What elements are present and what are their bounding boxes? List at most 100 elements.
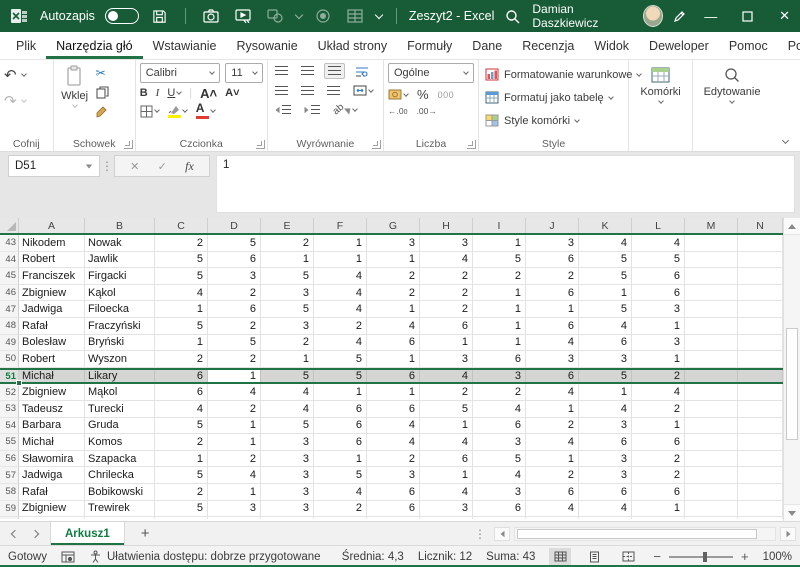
cell-C55[interactable]: 2 [155,434,208,451]
cell-K47[interactable]: 5 [579,301,632,318]
cell-G60[interactable] [367,517,420,519]
bold-button[interactable]: B [140,87,148,99]
hscroll-drag-handle[interactable]: ⋮ [474,527,486,541]
cell-I60[interactable] [473,517,526,519]
cell-J51[interactable]: 6 [526,370,579,383]
align-center-button[interactable] [298,84,317,98]
zoom-slider-thumb[interactable] [703,552,707,562]
decrease-font-button[interactable]: A˅ [225,88,239,99]
cell-F53[interactable]: 6 [314,401,367,418]
ribbon-tab-6[interactable]: Dane [462,32,512,59]
cell-C56[interactable]: 1 [155,451,208,468]
cell-H49[interactable]: 1 [420,335,473,352]
cell-B57[interactable]: Chrilecka [85,467,155,484]
cell-I53[interactable]: 4 [473,401,526,418]
column-header-B[interactable]: B [85,218,155,233]
cell-K49[interactable]: 6 [579,335,632,352]
cell-I54[interactable]: 6 [473,418,526,435]
add-sheet-button[interactable]: + [125,522,166,545]
status-count[interactable]: Licznik: 12 [418,551,472,563]
cell-A58[interactable]: Rafał [19,484,85,501]
cell-D44[interactable]: 6 [208,252,261,269]
clipboard-dialog-launcher[interactable] [124,140,133,149]
cell-G53[interactable]: 6 [367,401,420,418]
font-color-button[interactable]: A [196,103,215,119]
cell-D55[interactable]: 1 [208,434,261,451]
cell-E53[interactable]: 4 [261,401,314,418]
cell-I52[interactable]: 2 [473,384,526,401]
cell-J60[interactable] [526,517,579,519]
cell-M59[interactable] [685,501,738,518]
cell-D57[interactable]: 4 [208,467,261,484]
cell-E60[interactable] [261,517,314,519]
row-header-54[interactable]: 54 [0,418,19,435]
cell-E54[interactable]: 5 [261,418,314,435]
horizontal-scrollbar[interactable] [514,527,776,541]
ribbon-tab-5[interactable]: Formuły [397,32,462,59]
cell-D51[interactable]: 1 [208,370,261,383]
row-header-44[interactable]: 44 [0,252,19,269]
cell-N54[interactable] [738,418,783,435]
cell-G50[interactable]: 1 [367,351,420,368]
cell-N44[interactable] [738,252,783,269]
cell-J53[interactable]: 1 [526,401,579,418]
cell-I47[interactable]: 1 [473,301,526,318]
cell-J54[interactable]: 2 [526,418,579,435]
cell-B49[interactable]: Bryński [85,335,155,352]
cell-E44[interactable]: 1 [261,252,314,269]
cell-B53[interactable]: Turecki [85,401,155,418]
cell-N51[interactable] [738,370,783,383]
cell-A57[interactable]: Jadwiga [19,467,85,484]
align-right-button[interactable] [324,84,343,98]
undo-button[interactable]: ↶ [4,66,26,84]
cell-H47[interactable]: 2 [420,301,473,318]
cell-N53[interactable] [738,401,783,418]
column-header-J[interactable]: J [526,218,579,233]
cell-N57[interactable] [738,467,783,484]
cell-K58[interactable]: 6 [579,484,632,501]
cell-J46[interactable]: 6 [526,285,579,302]
cell-A47[interactable]: Jadwiga [19,301,85,318]
vertical-scrollbar-thumb[interactable] [786,328,798,440]
cell-C53[interactable]: 4 [155,401,208,418]
row-header-57[interactable]: 57 [0,467,19,484]
cell-L46[interactable]: 6 [632,285,685,302]
cell-C46[interactable]: 4 [155,285,208,302]
cancel-entry-button[interactable]: ✕ [130,160,139,173]
cell-B52[interactable]: Mąkol [85,384,155,401]
select-all-corner[interactable] [0,218,19,233]
cell-F47[interactable]: 4 [314,301,367,318]
cell-D47[interactable]: 6 [208,301,261,318]
shapes-icon[interactable] [264,5,286,27]
cell-I51[interactable]: 3 [473,370,526,383]
cell-I55[interactable]: 3 [473,434,526,451]
cell-G47[interactable]: 1 [367,301,420,318]
cell-E58[interactable]: 3 [261,484,314,501]
cell-G51[interactable]: 6 [367,370,420,383]
cell-B43[interactable]: Nowak [85,235,155,252]
cell-G54[interactable]: 4 [367,418,420,435]
scroll-right-button[interactable] [780,527,796,541]
ribbon-tab-8[interactable]: Widok [584,32,639,59]
cell-F48[interactable]: 2 [314,318,367,335]
cell-N46[interactable] [738,285,783,302]
cell-B46[interactable]: Kąkol [85,285,155,302]
cell-B56[interactable]: Szapacka [85,451,155,468]
cell-E56[interactable]: 3 [261,451,314,468]
ribbon-tab-11[interactable]: Power Pivot [778,32,800,59]
slideshow-icon[interactable] [232,5,254,27]
italic-button[interactable]: I [156,87,160,99]
zoom-level[interactable]: 100% [763,551,792,563]
number-dialog-launcher[interactable] [467,140,476,149]
sheet-tab-arkusz1[interactable]: Arkusz1 [50,522,125,545]
cell-F52[interactable]: 1 [314,384,367,401]
cell-M56[interactable] [685,451,738,468]
cell-H45[interactable]: 2 [420,268,473,285]
cell-L54[interactable]: 1 [632,418,685,435]
cell-M60[interactable] [685,517,738,519]
cell-A52[interactable]: Zbigniew [19,384,85,401]
minimize-button[interactable]: — [695,0,726,32]
cell-B58[interactable]: Bobikowski [85,484,155,501]
scroll-up-button[interactable] [784,218,800,235]
cell-L58[interactable]: 6 [632,484,685,501]
